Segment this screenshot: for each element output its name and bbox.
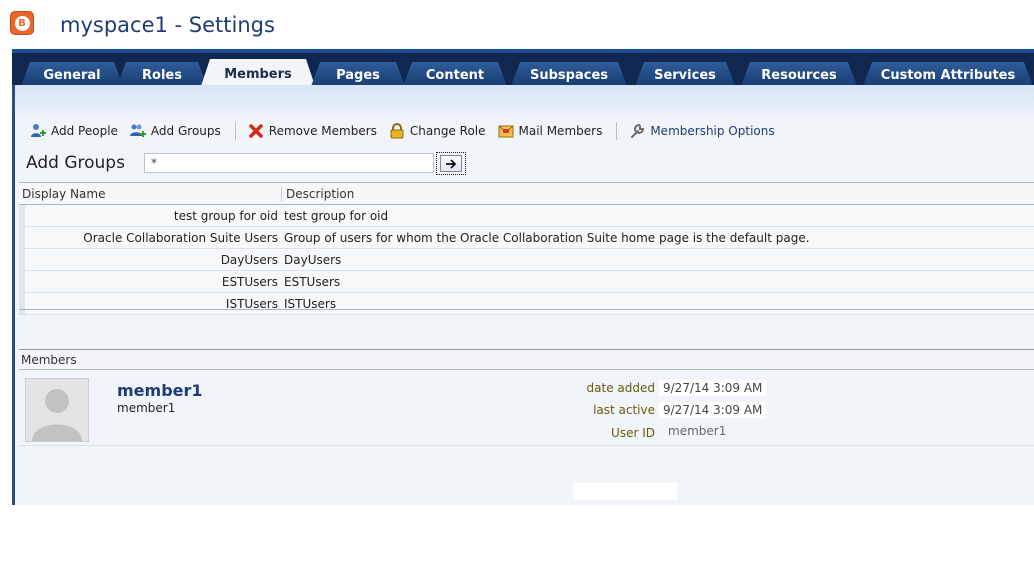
group-description: ESTUsers <box>284 274 341 289</box>
members-toolbar: Add People Add Groups Remove Members Cha… <box>30 121 787 141</box>
date-added-label: date added <box>586 381 655 395</box>
change-role-label: Change Role <box>409 124 486 138</box>
add-groups-icon <box>129 123 146 139</box>
add-groups-heading: Add Groups <box>26 153 125 173</box>
wrench-icon <box>629 123 645 139</box>
table-row[interactable]: DayUsers DayUsers <box>19 249 1034 271</box>
toolbar-divider <box>234 122 236 140</box>
page-title: myspace1 - Settings <box>60 13 275 37</box>
add-people-button[interactable]: Add People <box>30 123 118 139</box>
sub-header-band <box>12 85 1034 115</box>
app-logo-icon: B <box>10 11 34 35</box>
lock-icon <box>389 123 405 139</box>
member-username: member1 <box>117 401 176 415</box>
mail-icon <box>498 123 514 139</box>
tab-bar: General Roles Members Pages Content Subs… <box>12 49 1034 89</box>
last-active-value: 9/27/14 3:09 AM <box>659 402 767 418</box>
remove-members-label: Remove Members <box>268 124 377 138</box>
member-card[interactable]: member1 member1 date added 9/27/14 3:09 … <box>19 371 1034 446</box>
arrow-right-icon <box>440 155 462 172</box>
members-section-header: Members <box>19 349 1034 370</box>
date-added-value: 9/27/14 3:09 AM <box>659 380 767 396</box>
group-display-name: Oracle Collaboration Suite Users <box>83 230 278 245</box>
group-description: Group of users for whom the Oracle Colla… <box>284 230 810 245</box>
table-empty-area <box>19 309 1034 350</box>
last-active-label: last active <box>593 403 655 417</box>
column-header-description[interactable]: Description <box>282 187 354 201</box>
group-display-name: test group for oid <box>173 208 278 223</box>
column-header-display-name[interactable]: Display Name <box>19 186 282 201</box>
left-border <box>12 85 15 505</box>
add-people-icon <box>30 123 46 139</box>
table-row[interactable]: ESTUsers ESTUsers <box>19 271 1034 293</box>
avatar[interactable] <box>25 378 89 442</box>
groups-table: Display Name Description test group for … <box>19 182 1034 315</box>
toolbar-divider <box>616 122 618 140</box>
user-id-value: member1 <box>668 424 727 438</box>
user-id-label: User ID <box>611 426 655 440</box>
group-display-name: ESTUsers <box>221 274 278 289</box>
remove-members-button[interactable]: Remove Members <box>248 123 377 139</box>
member-name-link[interactable]: member1 <box>117 381 203 400</box>
change-role-button[interactable]: Change Role <box>389 123 486 139</box>
group-description: DayUsers <box>284 252 342 267</box>
person-silhouette-icon <box>26 379 88 441</box>
search-go-button[interactable] <box>436 152 466 175</box>
remove-icon <box>248 123 264 139</box>
table-header: Display Name Description <box>19 182 1034 205</box>
table-row[interactable]: test group for oid test group for oid <box>19 205 1034 227</box>
membership-options-label: Membership Options <box>650 124 775 138</box>
membership-options-button[interactable]: Membership Options <box>629 123 775 139</box>
mail-members-button[interactable]: Mail Members <box>498 123 603 139</box>
table-row[interactable]: Oracle Collaboration Suite Users Group o… <box>19 227 1034 249</box>
add-people-label: Add People <box>51 124 118 138</box>
group-search-input[interactable] <box>144 153 434 173</box>
group-description: test group for oid <box>284 208 389 223</box>
mail-members-label: Mail Members <box>518 124 603 138</box>
add-groups-button[interactable]: Add Groups <box>129 123 221 139</box>
add-groups-label: Add Groups <box>150 124 221 138</box>
blank-box <box>573 483 677 500</box>
group-display-name: DayUsers <box>220 252 278 267</box>
